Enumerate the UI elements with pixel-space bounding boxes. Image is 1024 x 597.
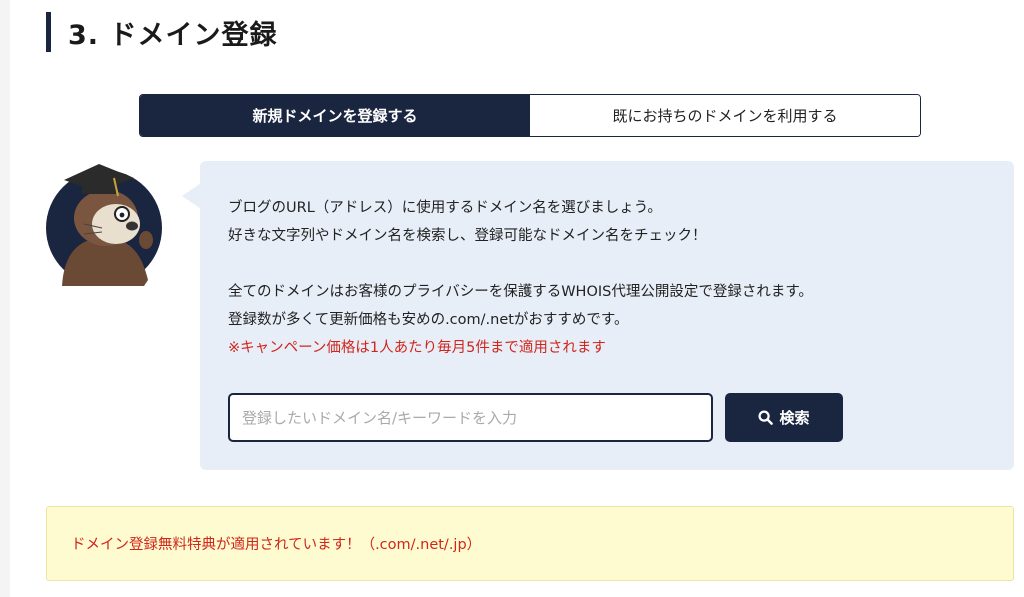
page-title: 3. ドメイン登録 [68,19,278,51]
search-button[interactable]: 検索 [725,393,843,442]
info-line: 登録数が多くて更新価格も安めの.com/.netがおすすめです。 [228,312,629,328]
section-heading: 3. ドメイン登録 [46,12,277,52]
left-gutter [0,0,10,597]
speech-bubble-tail [182,183,201,209]
notice-text: ドメイン登録無料特典が適用されています！（.com/.net/.jp） [71,537,482,553]
info-line: 全てのドメインはお客様のプライバシーを保護するWHOIS代理公開設定で登録されま… [228,284,813,300]
tab-use-existing-domain[interactable]: 既にお持ちのドメインを利用する [530,95,920,136]
free-domain-notice: ドメイン登録無料特典が適用されています！（.com/.net/.jp） [46,506,1014,581]
info-line: 好きな文字列やドメイン名を検索し、登録可能なドメイン名をチェック！ [228,228,707,244]
domain-search-input[interactable] [228,393,713,442]
info-text: ブログのURL（アドレス）に使用するドメイン名を選びましょう。 好きな文字列やド… [228,194,813,362]
search-button-label: 検索 [779,409,810,427]
campaign-note: ※キャンペーン価格は1人あたり毎月5件まで適用されます [228,340,606,356]
domain-mode-tabs: 新規ドメインを登録する 既にお持ちのドメインを利用する [139,94,921,137]
search-icon [758,410,774,425]
info-panel: ブログのURL（アドレス）に使用するドメイン名を選びましょう。 好きな文字列やド… [200,161,1014,470]
sea-otter-mascot-icon [44,158,164,288]
info-line: ブログのURL（アドレス）に使用するドメイン名を選びましょう。 [228,200,662,216]
tab-register-new-domain[interactable]: 新規ドメインを登録する [140,95,530,136]
heading-accent-bar [46,12,51,52]
